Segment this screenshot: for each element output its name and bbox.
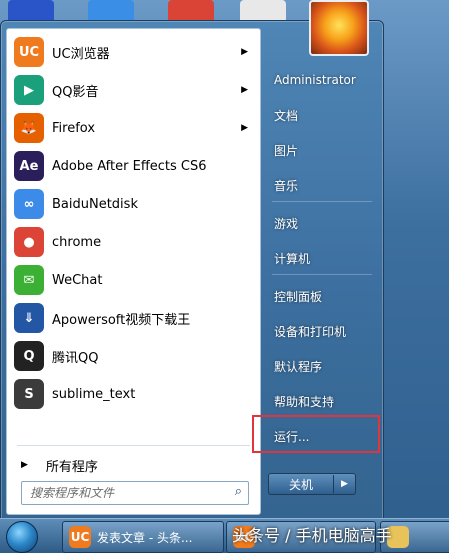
divider — [272, 201, 372, 202]
right-item-documents[interactable]: 文档 — [268, 101, 382, 129]
shutdown-button[interactable]: 关机 ▶ — [268, 473, 356, 495]
program-label: Apowersoft视频下载王 — [52, 312, 191, 328]
shutdown-options-arrow-icon[interactable]: ▶ — [333, 475, 355, 493]
program-label: Firefox — [52, 120, 96, 136]
start-button[interactable] — [6, 521, 38, 553]
submenu-arrow-icon: ▶ — [241, 47, 248, 57]
qq-player-icon: ▶ — [14, 75, 44, 105]
apowersoft-icon: ⇓ — [14, 303, 44, 333]
run-highlight-box — [252, 415, 380, 453]
program-label: sublime_text — [52, 386, 136, 402]
baidu-netdisk-icon: ∞ — [14, 189, 44, 219]
divider — [17, 445, 250, 446]
firefox-icon: 🦊 — [14, 113, 44, 143]
right-item-devices-printers[interactable]: 设备和打印机 — [268, 317, 382, 345]
program-label: BaiduNetdisk — [52, 196, 138, 212]
help-support-label: 帮助和支持 — [274, 394, 335, 409]
program-label: WeChat — [52, 272, 103, 288]
control-panel-label: 控制面板 — [274, 289, 323, 304]
right-item-pictures[interactable]: 图片 — [268, 136, 382, 164]
qq-penguin-icon: Q — [14, 341, 44, 371]
search-icon[interactable]: ⌕ — [235, 484, 242, 499]
search-box[interactable]: ⌕ — [21, 481, 249, 505]
submenu-arrow-icon: ▶ — [241, 85, 248, 95]
right-item-default-programs[interactable]: 默认程序 — [268, 352, 382, 380]
program-item[interactable]: ⇓ Apowersoft视频下载王 — [7, 299, 260, 337]
program-item[interactable]: ∞ BaiduNetdisk — [7, 185, 260, 223]
program-label: Adobe After Effects CS6 — [52, 158, 207, 174]
program-item[interactable]: ● chrome — [7, 223, 260, 261]
pictures-label: 图片 — [274, 143, 299, 158]
watermark-text: 头条号 / 手机电脑高手 — [232, 526, 392, 545]
shutdown-label: 关机 — [288, 477, 313, 492]
devices-printers-label: 设备和打印机 — [274, 324, 347, 339]
program-label: 腾讯QQ — [52, 350, 99, 366]
program-item[interactable]: ✉ WeChat — [7, 261, 260, 299]
taskbar-item-label: 发表文章 - 头条... — [97, 530, 193, 545]
search-input[interactable] — [28, 485, 228, 501]
after-effects-icon: Ae — [14, 151, 44, 181]
games-label: 游戏 — [274, 216, 299, 231]
program-label: QQ影音 — [52, 84, 99, 100]
default-programs-label: 默认程序 — [274, 359, 323, 374]
program-item[interactable]: ▶ QQ影音 ▶ — [7, 71, 260, 109]
wechat-icon: ✉ — [14, 265, 44, 295]
programs-pane: UC UC浏览器 ▶ ▶ QQ影音 ▶ 🦊 Firefox ▶ Ae Adobe After Eff… — [6, 28, 261, 515]
chrome-icon: ● — [14, 227, 44, 257]
submenu-arrow-icon: ▶ — [241, 123, 248, 133]
uc-browser-icon: UC — [69, 526, 91, 548]
documents-label: 文档 — [274, 108, 299, 123]
program-item[interactable]: Ssublime_text — [7, 375, 260, 413]
computer-label: 计算机 — [274, 251, 311, 266]
program-label: chrome — [52, 234, 102, 250]
all-programs-label: 所有程序 — [45, 459, 98, 475]
uc-browser-icon: UC — [14, 37, 44, 67]
all-programs-item[interactable]: ▶ 所有程序 — [7, 453, 260, 477]
program-item[interactable]: UC UC浏览器 ▶ — [7, 33, 260, 71]
user-avatar[interactable] — [309, 0, 369, 56]
divider — [272, 274, 372, 275]
user-name: Administrator — [274, 73, 356, 87]
program-label: UC浏览器 — [52, 46, 110, 62]
right-item-computer[interactable]: 计算机 — [268, 244, 382, 272]
right-item-help-support[interactable]: 帮助和支持 — [268, 387, 382, 415]
program-item[interactable]: 🦊 Firefox ▶ — [7, 109, 260, 147]
expand-arrow-icon: ▶ — [21, 460, 28, 470]
program-item[interactable]: Q 腾讯QQ — [7, 337, 260, 375]
right-item-music[interactable]: 音乐 — [268, 171, 382, 199]
music-label: 音乐 — [274, 178, 299, 193]
taskbar-item-uc[interactable]: UC 发表文章 - 头条... — [62, 521, 224, 553]
program-item[interactable]: Ae Adobe After Effects CS6 — [7, 147, 260, 185]
right-item-control-panel[interactable]: 控制面板 — [268, 282, 382, 310]
sublime-text-icon: S — [14, 379, 44, 409]
right-item-games[interactable]: 游戏 — [268, 209, 382, 237]
right-item-user[interactable]: Administrator — [268, 66, 382, 94]
